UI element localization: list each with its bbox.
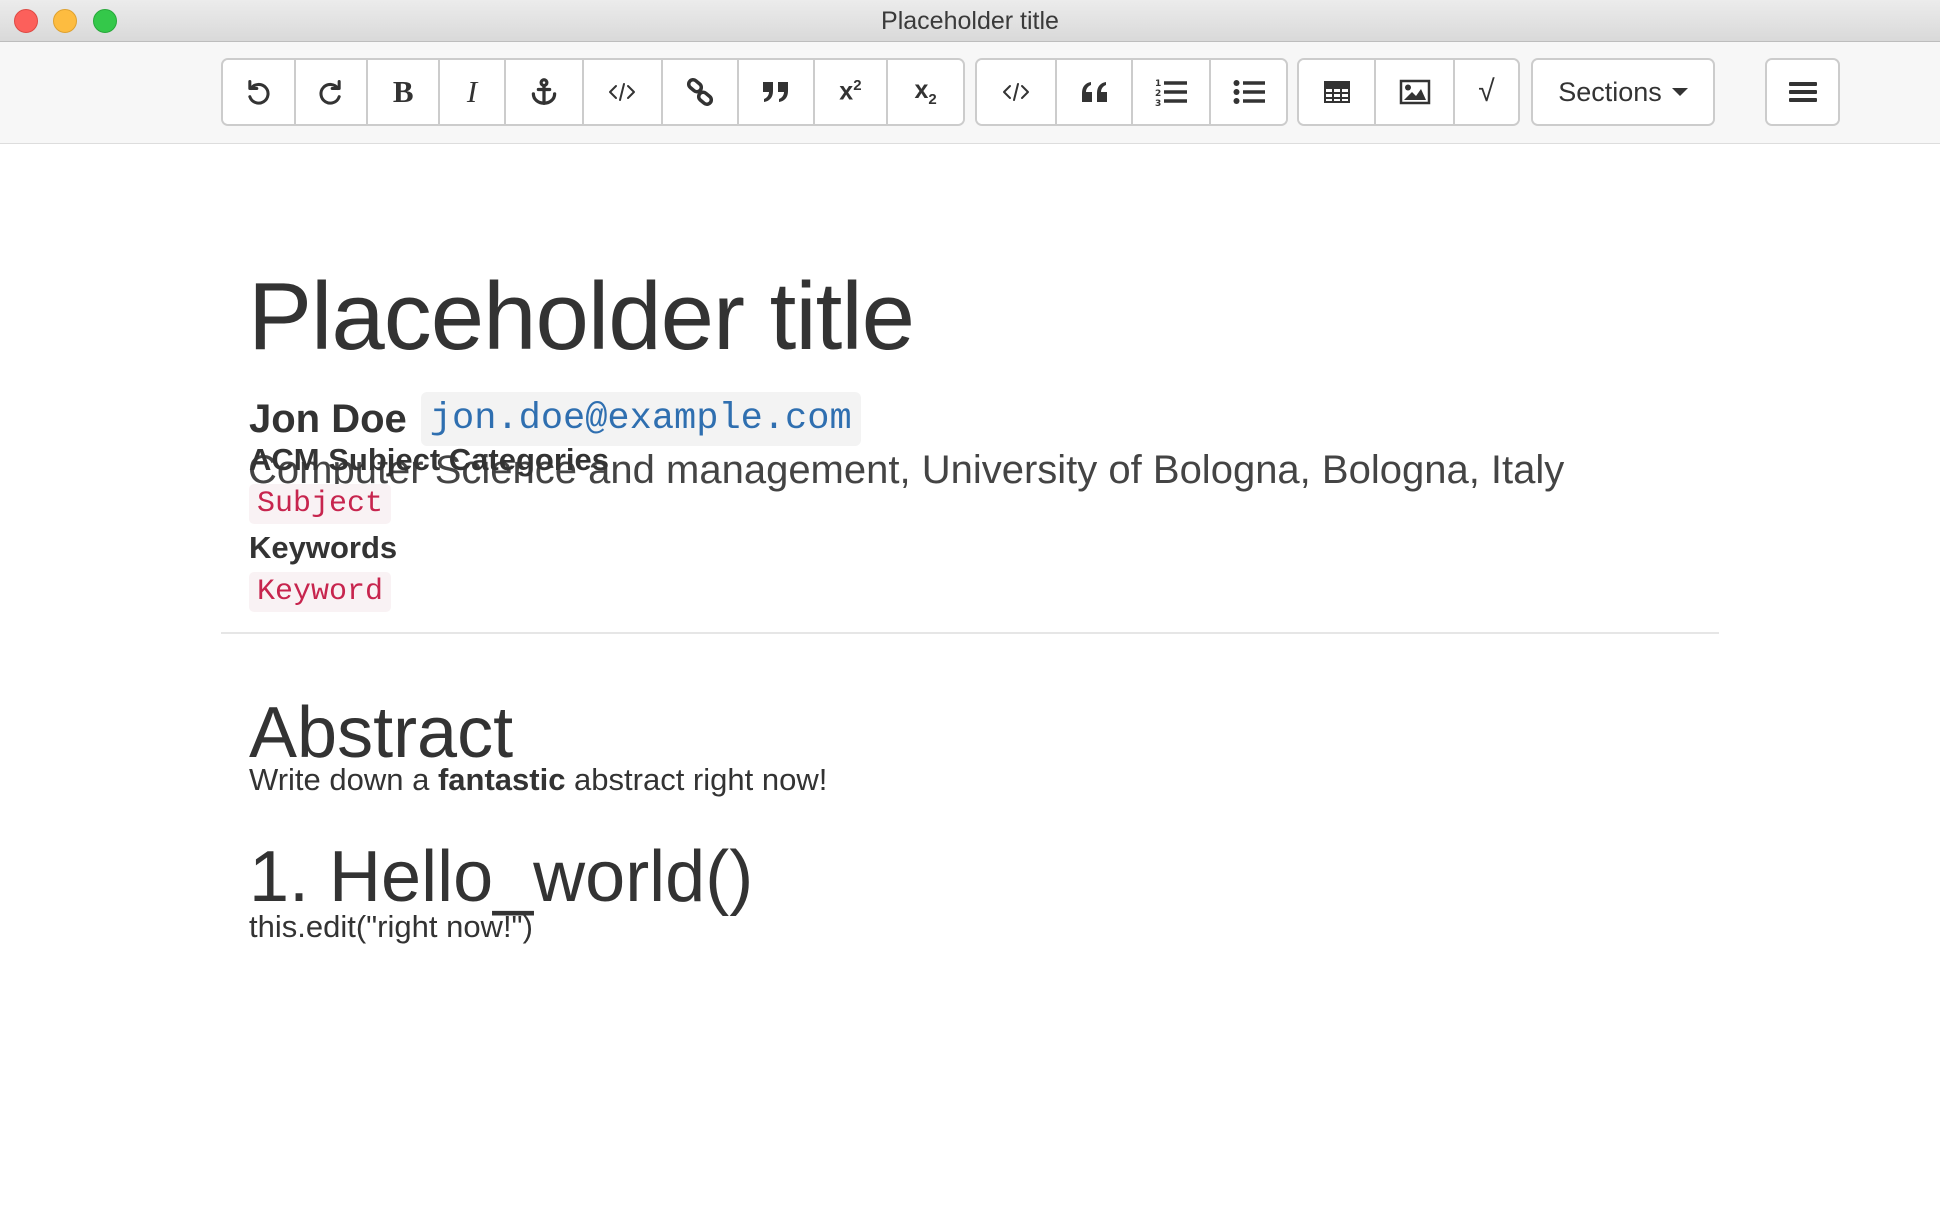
- superscript-button[interactable]: x2: [814, 60, 889, 124]
- menu-button[interactable]: [1767, 60, 1838, 124]
- window-title: Placeholder title: [881, 7, 1059, 35]
- blockquote-button[interactable]: [1057, 60, 1133, 124]
- abstract-text-end: abstract right now!: [565, 762, 828, 797]
- acm-subject-tag[interactable]: Subject: [249, 484, 392, 524]
- block-format-group: 123: [975, 58, 1288, 126]
- abstract-paragraph[interactable]: Write down a fantastic abstract right no…: [249, 762, 827, 798]
- image-icon: [1399, 79, 1430, 105]
- section-heading[interactable]: 1. Hello_world(): [249, 836, 753, 918]
- ordered-list-button[interactable]: 123: [1133, 60, 1211, 124]
- quote-button[interactable]: [738, 60, 815, 124]
- subscript-button[interactable]: x2: [888, 60, 963, 124]
- table-icon: [1323, 81, 1350, 103]
- quote-icon: [762, 82, 788, 102]
- code-block-icon: [1003, 83, 1029, 101]
- italic-button[interactable]: I: [440, 60, 506, 124]
- inline-code-icon: [609, 83, 636, 101]
- formula-icon: √: [1478, 75, 1495, 108]
- inline-format-group: B I x2 x2: [221, 58, 965, 126]
- svg-text:1: 1: [1155, 79, 1161, 89]
- keywords-heading: Keywords: [249, 530, 398, 565]
- sections-dropdown-button[interactable]: Sections: [1533, 60, 1713, 124]
- image-button[interactable]: [1376, 60, 1455, 124]
- document-body: Placeholder title Jon Doe jon.doe@exampl…: [0, 144, 1940, 1212]
- sections-label: Sections: [1558, 76, 1662, 107]
- author-email-link[interactable]: jon.doe@example.com: [420, 392, 861, 446]
- acm-categories-heading: ACM Subject Categories: [249, 442, 610, 477]
- author-line: Jon Doe jon.doe@example.com: [249, 392, 861, 446]
- anchor-button[interactable]: [505, 60, 584, 124]
- sections-dropdown[interactable]: Sections: [1531, 58, 1715, 126]
- link-button[interactable]: [663, 60, 739, 124]
- insert-group: √: [1297, 58, 1520, 126]
- menu-button-group: [1765, 58, 1840, 126]
- link-icon: [687, 78, 714, 106]
- undo-button[interactable]: [223, 60, 296, 124]
- hamburger-menu-icon: [1788, 82, 1817, 102]
- code-block-button[interactable]: [977, 60, 1057, 124]
- ordered-list-icon: 123: [1155, 79, 1187, 107]
- italic-icon: I: [466, 74, 478, 109]
- keyword-tag[interactable]: Keyword: [249, 572, 392, 612]
- editor-toolbar: B I x2 x2 123 √ Sections: [0, 42, 1940, 144]
- abstract-text-start: Write down a: [249, 762, 438, 797]
- bold-icon: B: [392, 74, 414, 109]
- bold-button[interactable]: B: [368, 60, 441, 124]
- svg-text:2: 2: [1155, 89, 1161, 99]
- unordered-list-button[interactable]: [1211, 60, 1286, 124]
- header-divider: [221, 632, 1719, 634]
- document-title[interactable]: Placeholder title: [248, 262, 915, 372]
- anchor-icon: [531, 78, 556, 105]
- caret-down-icon: [1671, 88, 1688, 96]
- unordered-list-icon: [1233, 80, 1265, 104]
- subscript-icon: x2: [914, 76, 937, 108]
- superscript-icon: x2: [839, 77, 862, 106]
- redo-icon: [319, 79, 341, 105]
- inline-code-button[interactable]: [583, 60, 664, 124]
- svg-text:3: 3: [1155, 99, 1161, 107]
- window-titlebar: Placeholder title: [0, 0, 1940, 42]
- formula-button[interactable]: √: [1455, 60, 1518, 124]
- section-paragraph[interactable]: this.edit("right now!"): [249, 909, 533, 945]
- table-button[interactable]: [1299, 60, 1376, 124]
- undo-icon: [248, 79, 270, 105]
- abstract-text-bold: fantastic: [437, 762, 566, 797]
- redo-button[interactable]: [295, 60, 369, 124]
- author-name[interactable]: Jon Doe: [249, 397, 407, 442]
- blockquote-icon: [1082, 82, 1107, 102]
